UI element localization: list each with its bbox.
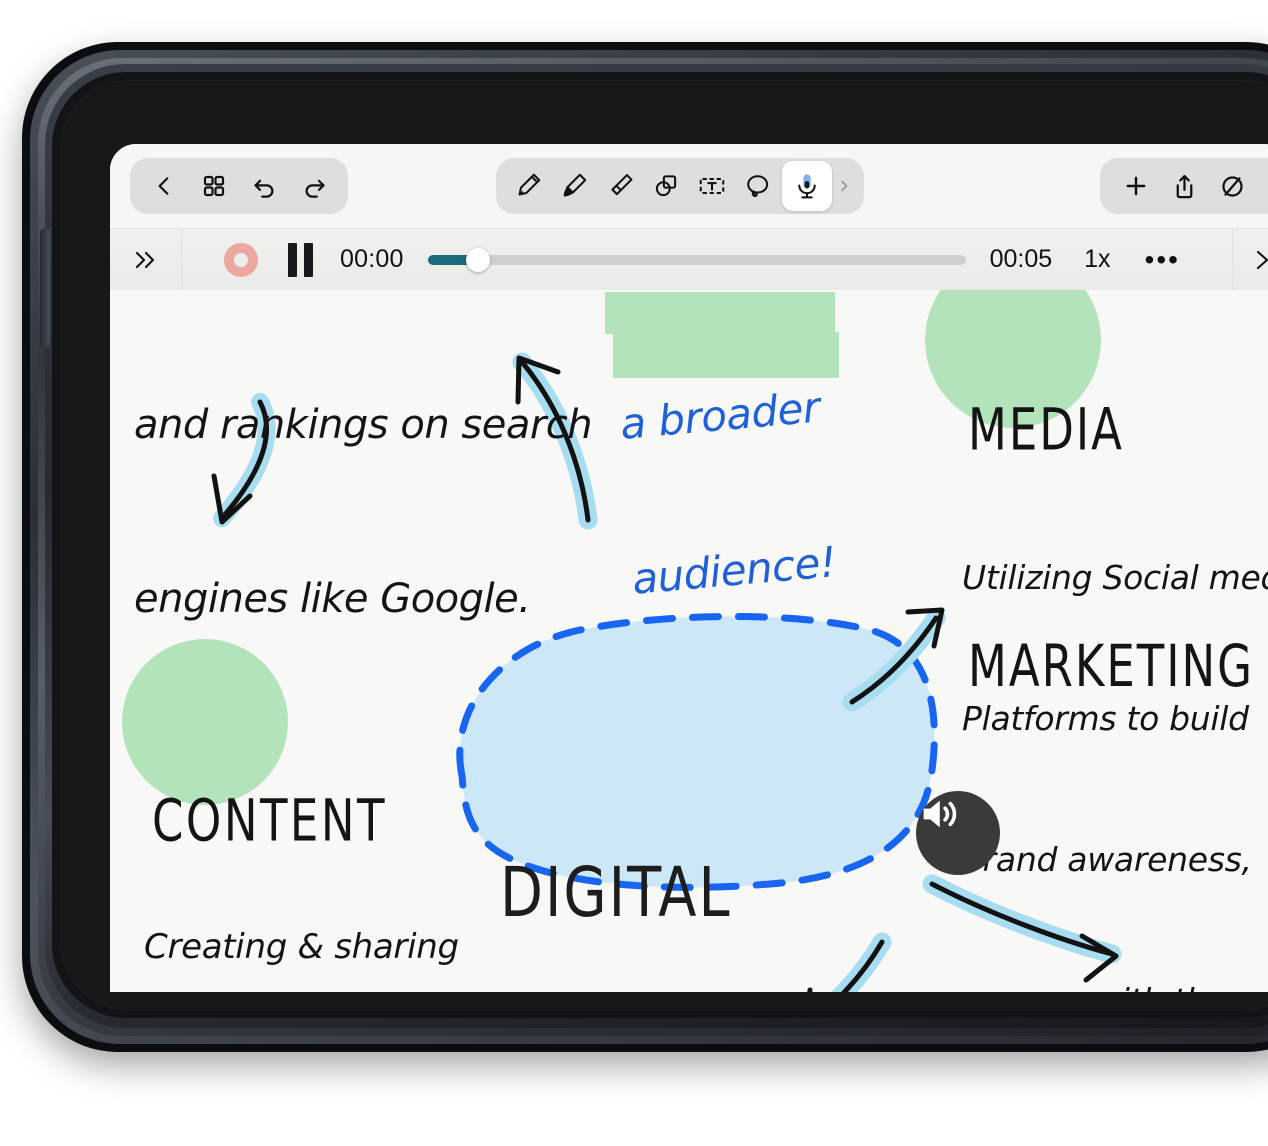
- seo-note-line-1: and rankings on search: [134, 402, 593, 448]
- redo-button[interactable]: [292, 164, 336, 208]
- chevron-left-icon: [158, 177, 169, 195]
- grid-icon: [203, 175, 225, 197]
- highlighter-tool[interactable]: [552, 164, 596, 208]
- microphone-tool[interactable]: [782, 161, 832, 211]
- record-button[interactable]: [224, 242, 258, 277]
- microphone-icon: [798, 174, 816, 199]
- audio-progress-slider[interactable]: [427, 247, 966, 272]
- note-canvas[interactable]: .t { font-family: "DejaVu Sans", sans-se…: [110, 290, 1268, 992]
- tablet-screen: 00:00 00:05 1x ••• .t { font-family: "De…: [110, 144, 1268, 992]
- audio-recording-bar: 00:00 00:05 1x •••: [110, 228, 1268, 291]
- broader-audience-note: a broader audience!: [618, 290, 838, 702]
- toolbar-group-tools: [496, 158, 864, 214]
- lasso-icon: [747, 175, 769, 198]
- audio-total-time: 00:05: [989, 245, 1053, 273]
- content-marketing-body: Creating & sharing valuable content to e…: [144, 830, 469, 992]
- speaker-wave-icon: [923, 800, 957, 828]
- social-media-heading-line-1: MEDIA: [968, 396, 1124, 464]
- audio-close-button[interactable]: [1232, 229, 1268, 291]
- audio-current-time: 00:00: [340, 245, 404, 273]
- device-side-button[interactable]: [40, 228, 50, 348]
- audio-progress-thumb[interactable]: [465, 247, 490, 272]
- chevron-right-icon: [841, 180, 848, 192]
- cm-body-line-1: Creating & sharing: [144, 927, 459, 967]
- lasso-tool[interactable]: [736, 164, 780, 208]
- top-toolbar: [110, 144, 1268, 228]
- toolbar-group-left: [130, 158, 348, 214]
- email-marketing-heading: EMAIL MARKETING: [1138, 904, 1268, 992]
- audio-more-button[interactable]: •••: [1145, 245, 1180, 273]
- audio-annotation-play-button[interactable]: [916, 791, 1000, 875]
- circle-slash-icon: [1221, 175, 1243, 197]
- shapes-icon: [655, 175, 677, 197]
- text-box-icon: [699, 178, 725, 194]
- undo-icon: [253, 179, 273, 198]
- text-box-tool[interactable]: [690, 164, 734, 208]
- eraser-tool[interactable]: [598, 164, 642, 208]
- no-edit-button[interactable]: [1210, 164, 1254, 208]
- add-button[interactable]: [1114, 164, 1158, 208]
- toolbar-overflow-clipped[interactable]: [1258, 164, 1268, 208]
- influencer-marketing-heading: INFLUENCER MARKETING: [562, 924, 852, 992]
- smm-body-line-3: brand awareness,: [962, 840, 1252, 879]
- audio-expand-button[interactable]: [110, 228, 182, 291]
- share-button[interactable]: [1162, 164, 1206, 208]
- smm-body-line-1: Utilizing Social media: [962, 558, 1268, 597]
- redo-icon: [305, 179, 325, 198]
- highlighter-icon: [563, 173, 587, 197]
- share-icon: [1176, 174, 1192, 198]
- more-tools-chevron[interactable]: [834, 164, 854, 208]
- plus-icon: [1126, 176, 1146, 196]
- broader-audience-line-2: audience!: [630, 537, 839, 604]
- undo-button[interactable]: [242, 164, 286, 208]
- audio-speed-button[interactable]: 1x: [1084, 245, 1110, 274]
- shapes-tool[interactable]: [644, 164, 688, 208]
- pause-button[interactable]: [288, 242, 314, 277]
- grid-view-button[interactable]: [192, 164, 236, 208]
- double-chevron-right-icon: [135, 251, 154, 268]
- screenshot-stage: 00:00 00:05 1x ••• .t { font-family: "De…: [0, 0, 1268, 1146]
- pen-icon: [518, 173, 541, 196]
- broader-audience-line-1: a broader: [618, 382, 822, 449]
- toolbar-group-right: [1100, 158, 1268, 214]
- eraser-icon: [611, 174, 633, 196]
- smm-body-line-2: Platforms to build: [962, 699, 1249, 738]
- back-button[interactable]: [142, 164, 186, 208]
- pen-tool[interactable]: [506, 164, 550, 208]
- chevron-right-icon: [1256, 250, 1268, 270]
